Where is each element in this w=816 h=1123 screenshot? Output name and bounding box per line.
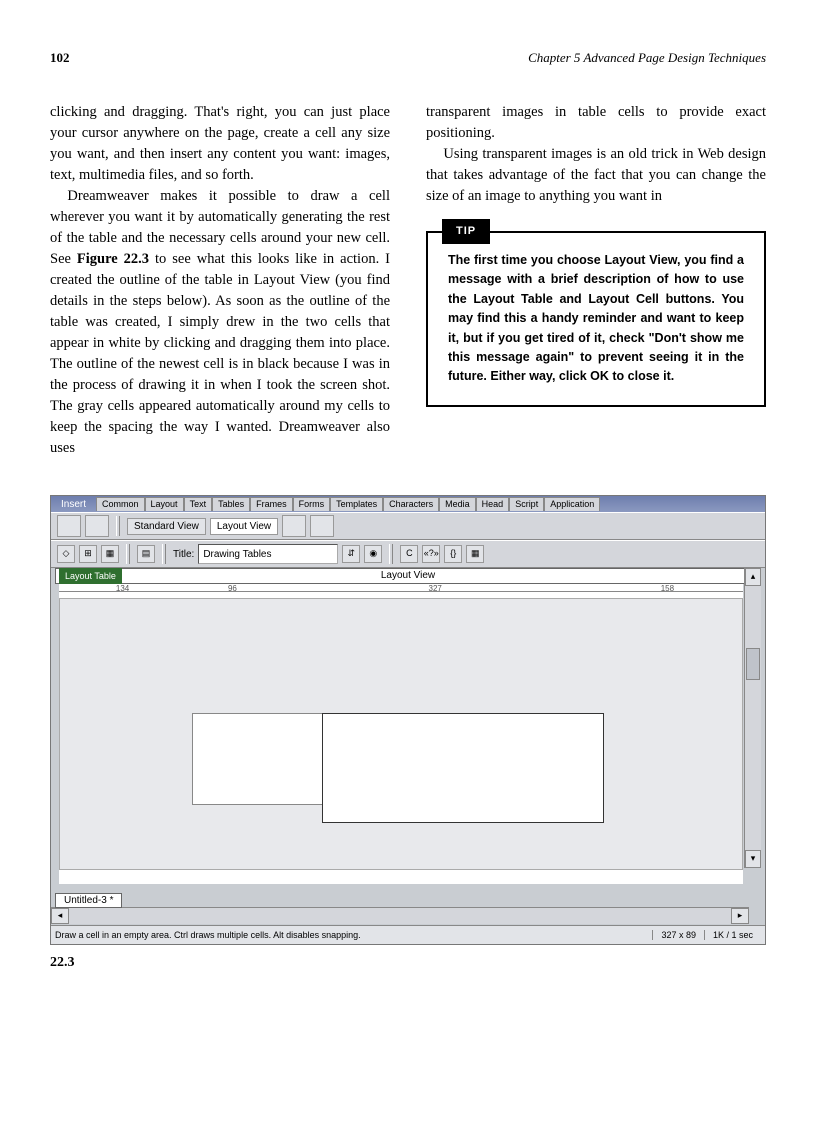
screenshot-figure: Insert Common Layout Text Tables Frames … [50, 495, 766, 945]
layer-icon[interactable] [85, 515, 109, 537]
ruler-segment[interactable]: 96 [186, 584, 278, 599]
tab-text[interactable]: Text [184, 497, 213, 511]
tab-tables[interactable]: Tables [212, 497, 250, 511]
code-nav-icon[interactable]: «?» [422, 545, 440, 563]
title-label: Title: [173, 549, 194, 560]
figure-number: 22.3 [50, 955, 766, 971]
tab-common[interactable]: Common [96, 497, 145, 511]
layout-cell-icon[interactable] [310, 515, 334, 537]
ruler-segment[interactable]: 134 [59, 584, 186, 599]
body-paragraph: transparent images in table cells to pro… [426, 102, 766, 144]
table-icon[interactable] [57, 515, 81, 537]
tab-layout[interactable]: Layout [145, 497, 184, 511]
figure-reference: Figure 22.3 [77, 251, 149, 267]
insert-panel-header: Insert Common Layout Text Tables Frames … [51, 496, 765, 512]
layout-cell[interactable] [192, 713, 324, 805]
layout-view-area: Layout Table Layout View 134 96 327 158 … [55, 568, 761, 884]
column-ruler: 134 96 327 158 [59, 584, 743, 599]
body-paragraph: Using transparent images is an old trick… [426, 144, 766, 207]
body-paragraph: clicking and dragging. That's right, you… [50, 102, 390, 186]
scroll-thumb[interactable] [746, 648, 760, 680]
tab-script[interactable]: Script [509, 497, 544, 511]
title-group: Title: [173, 544, 338, 564]
status-message: Draw a cell in an empty area. Ctrl draws… [55, 930, 652, 940]
status-size: 1K / 1 sec [704, 930, 761, 940]
title-input[interactable] [198, 544, 338, 564]
layout-table[interactable] [59, 598, 743, 870]
horizontal-scrollbar[interactable]: ◂ ▸ [51, 907, 749, 924]
tab-media[interactable]: Media [439, 497, 476, 511]
separator [162, 544, 166, 564]
ruler-segment[interactable]: 327 [279, 584, 592, 599]
right-column: transparent images in table cells to pro… [426, 102, 766, 459]
separator [116, 516, 120, 536]
design-view-icon[interactable]: ▦ [101, 545, 119, 563]
page-header: 102 Chapter 5 Advanced Page Design Techn… [50, 50, 766, 66]
split-view-icon[interactable]: ⊞ [79, 545, 97, 563]
tab-characters[interactable]: Characters [383, 497, 439, 511]
braces-icon[interactable]: {} [444, 545, 462, 563]
validate-icon[interactable]: ⇵ [342, 545, 360, 563]
tab-head[interactable]: Head [476, 497, 510, 511]
refresh-icon[interactable]: C [400, 545, 418, 563]
live-view-icon[interactable]: ▤ [137, 545, 155, 563]
tip-text: The first time you choose Layout View, y… [448, 253, 744, 383]
code-view-icon[interactable]: ◇ [57, 545, 75, 563]
tab-frames[interactable]: Frames [250, 497, 293, 511]
insert-tabs: Common Layout Text Tables Frames Forms T… [96, 497, 600, 511]
globe-icon[interactable]: ◉ [364, 545, 382, 563]
vertical-scrollbar[interactable]: ▴ ▾ [744, 568, 761, 868]
ruler-segment[interactable]: 158 [592, 584, 743, 599]
standard-view-button[interactable]: Standard View [127, 518, 206, 535]
tab-templates[interactable]: Templates [330, 497, 383, 511]
layout-cell-drawing[interactable] [322, 713, 604, 823]
left-column: clicking and dragging. That's right, you… [50, 102, 390, 459]
separator [389, 544, 393, 564]
chapter-title: Chapter 5 Advanced Page Design Technique… [528, 50, 766, 66]
scroll-down-icon[interactable]: ▾ [745, 850, 761, 868]
layout-view-header: Layout Table Layout View [55, 568, 761, 584]
body-columns: clicking and dragging. That's right, you… [50, 102, 766, 459]
tab-forms[interactable]: Forms [293, 497, 331, 511]
layout-table-icon[interactable] [282, 515, 306, 537]
scroll-up-icon[interactable]: ▴ [745, 568, 761, 586]
scroll-left-icon[interactable]: ◂ [51, 908, 69, 924]
layout-view-button[interactable]: Layout View [210, 518, 278, 535]
status-dimensions: 327 x 89 [652, 930, 704, 940]
tab-application[interactable]: Application [544, 497, 600, 511]
scroll-right-icon[interactable]: ▸ [731, 908, 749, 924]
tip-box: TIP The first time you choose Layout Vie… [426, 231, 766, 407]
separator [126, 544, 130, 564]
layout-toolbar: Standard View Layout View [51, 512, 765, 540]
options-icon[interactable]: ▦ [466, 545, 484, 563]
tip-label: TIP [442, 219, 490, 244]
document-toolbar: ◇ ⊞ ▦ ▤ Title: ⇵ ◉ C «?» {} ▦ [51, 540, 765, 568]
page-number: 102 [50, 50, 70, 66]
document-tab[interactable]: Untitled-3 * [55, 893, 122, 908]
layout-table-badge: Layout Table [59, 568, 122, 584]
status-bar: Draw a cell in an empty area. Ctrl draws… [51, 925, 765, 944]
insert-label: Insert [55, 499, 92, 510]
canvas[interactable]: 134 96 327 158 [59, 584, 743, 884]
body-paragraph: Dreamweaver makes it possible to draw a … [50, 186, 390, 459]
